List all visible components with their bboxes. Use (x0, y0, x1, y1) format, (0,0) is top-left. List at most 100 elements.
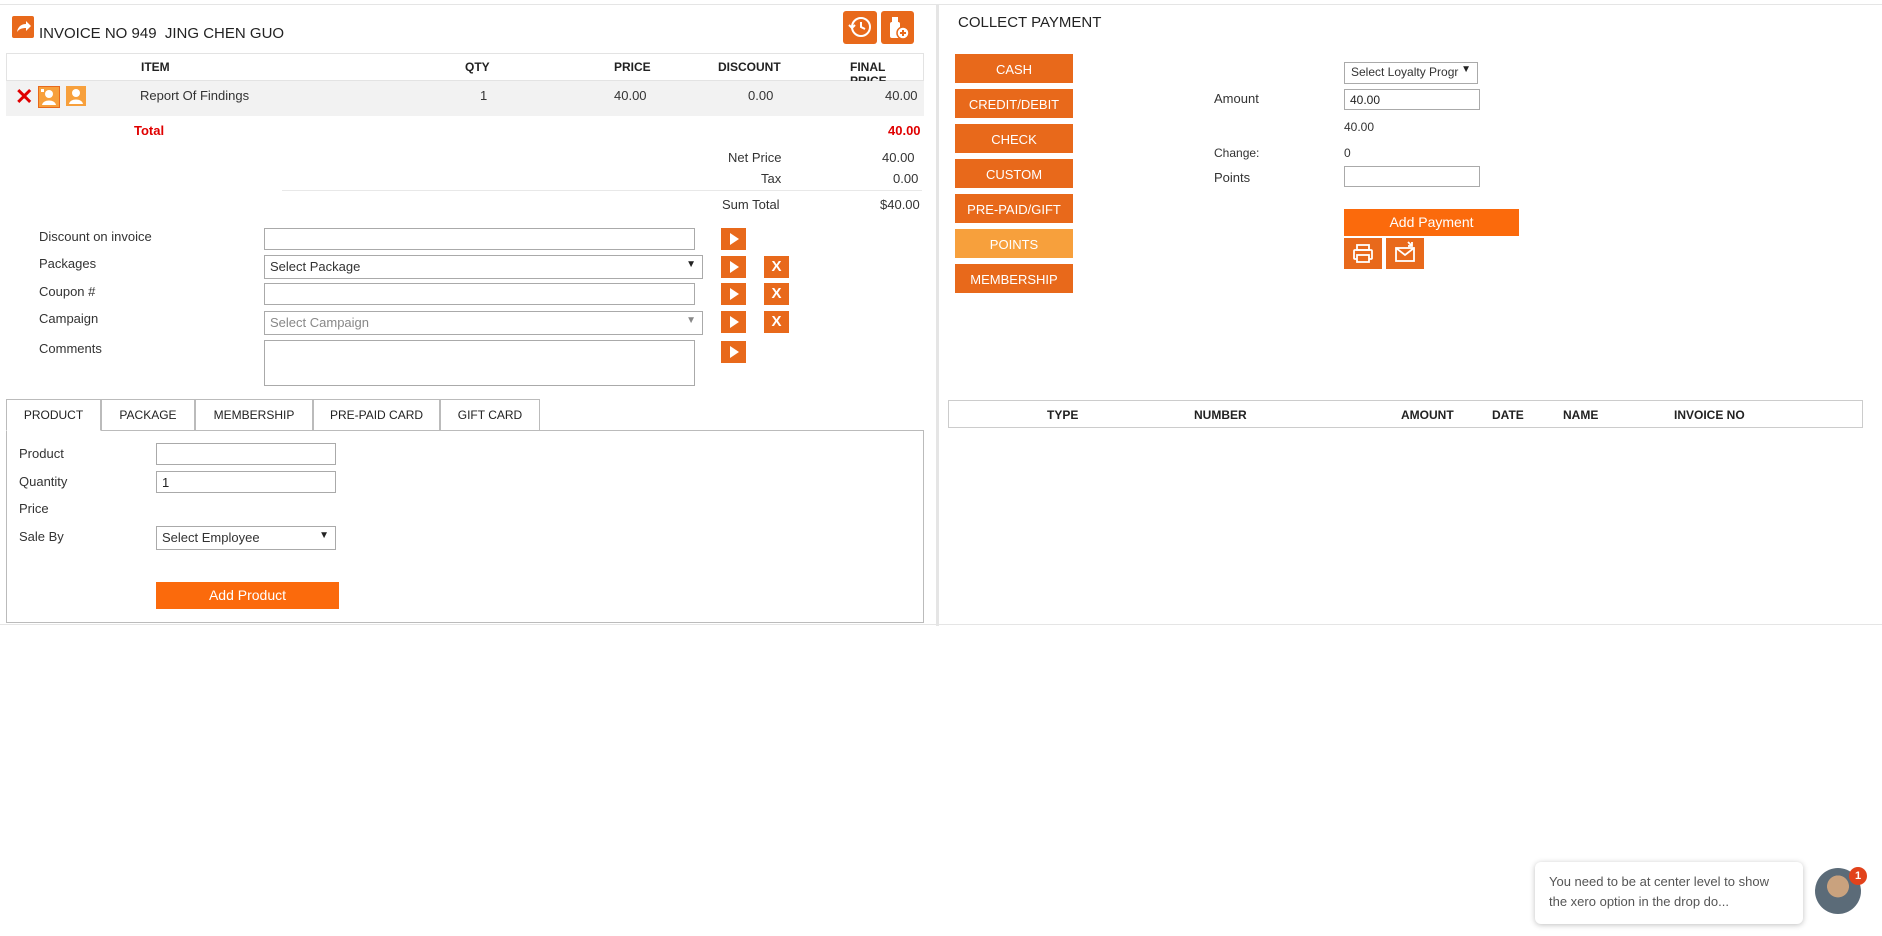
pay-membership-button[interactable]: MEMBERSHIP (954, 263, 1074, 294)
employee-select-value: Select Employee (162, 530, 260, 545)
email-send-icon (1395, 241, 1415, 262)
price-label: Price (19, 501, 49, 516)
col-item: ITEM (141, 60, 170, 74)
share-icon[interactable] (12, 16, 34, 38)
print-button[interactable] (1344, 238, 1382, 269)
sale-by-label: Sale By (19, 529, 64, 544)
col-number: NUMBER (1194, 408, 1247, 422)
points-input[interactable] (1344, 166, 1480, 187)
col-discount: DISCOUNT (718, 60, 781, 74)
remove-campaign-button[interactable]: X (764, 311, 789, 333)
add-payment-button[interactable]: Add Payment (1344, 209, 1519, 236)
item-qty: 1 (480, 88, 488, 103)
user-icon[interactable] (66, 86, 86, 106)
packages-label: Packages (39, 256, 97, 271)
apply-coupon-button[interactable] (721, 283, 746, 305)
amount-input[interactable] (1344, 89, 1480, 110)
package-select-value: Select Package (270, 259, 361, 274)
history-icon (848, 17, 871, 37)
apply-discount-button[interactable] (721, 228, 746, 250)
pay-check-button[interactable]: CHECK (954, 123, 1074, 154)
sum-total-value: $40.00 (880, 197, 920, 212)
invoice-table-header: ITEM QTY PRICE DISCOUNT FINAL PRICE (6, 53, 924, 88)
add-product-button[interactable]: Add Product (156, 582, 339, 609)
delete-icon[interactable]: ✕ (15, 84, 33, 110)
amount-label: Amount (1214, 91, 1259, 106)
bottle-add-icon (890, 17, 910, 40)
col-invoice-no: INVOICE NO (1674, 408, 1745, 422)
product-input[interactable] (156, 443, 336, 465)
col-date: DATE (1492, 408, 1524, 422)
net-price-value: 40.00 (882, 150, 915, 165)
quantity-label: Quantity (19, 474, 68, 489)
loyalty-select-value: Select Loyalty Progr (1351, 65, 1459, 79)
invoice-number: INVOICE NO 949 (39, 25, 157, 42)
table-row: ✕ Report Of Findings 1 40.00 0.00 40.00 (6, 81, 924, 116)
top-divider (0, 4, 1882, 5)
employee-select[interactable]: Select Employee ▼ (156, 526, 336, 550)
coupon-input[interactable] (264, 283, 695, 305)
remove-coupon-button[interactable]: X (764, 283, 789, 305)
chevron-down-icon: ▼ (1461, 64, 1471, 75)
discount-label: Discount on invoice (39, 229, 152, 244)
assign-user-icon[interactable] (38, 86, 60, 108)
campaign-select[interactable]: Select Campaign ▼ (264, 311, 703, 335)
sum-total-label: Sum Total (722, 197, 780, 212)
chevron-down-icon: ▼ (686, 259, 696, 270)
col-name: NAME (1563, 408, 1599, 422)
item-final-price: 40.00 (885, 88, 918, 103)
item-name: Report Of Findings (140, 88, 250, 103)
points-label: Points (1214, 170, 1251, 185)
pay-prepaid-gift-button[interactable]: PRE-PAID/GIFT (954, 193, 1074, 224)
pay-credit-debit-button[interactable]: CREDIT/DEBIT (954, 88, 1074, 119)
history-button[interactable] (843, 11, 877, 44)
customer-name: JING CHEN GUO (164, 25, 285, 42)
tab-product[interactable]: PRODUCT (6, 399, 101, 431)
col-price: PRICE (614, 60, 651, 74)
tab-membership[interactable]: MEMBERSHIP (195, 399, 313, 430)
tax-label: Tax (761, 171, 782, 186)
email-button[interactable] (1386, 238, 1424, 269)
pay-points-button[interactable]: POINTS (954, 228, 1074, 259)
total-value: 40.00 (888, 123, 921, 138)
loyalty-program-select[interactable]: Select Loyalty Progr ▼ (1344, 62, 1478, 84)
net-price-label: Net Price (728, 150, 782, 165)
panel-divider (936, 4, 939, 626)
bottom-divider (0, 624, 1882, 625)
item-discount: 0.00 (748, 88, 774, 103)
invoice-title: INVOICE NO 949 JING CHEN GUO (39, 25, 284, 42)
comments-textarea[interactable] (264, 340, 695, 386)
comments-label: Comments (39, 341, 102, 356)
remove-package-button[interactable]: X (764, 256, 789, 278)
tax-value: 0.00 (893, 171, 919, 186)
chat-message-bubble[interactable]: You need to be at center level to show t… (1535, 862, 1803, 924)
collect-payment-title: COLLECT PAYMENT (958, 14, 1102, 31)
col-amount: AMOUNT (1401, 408, 1454, 422)
chat-message-text: You need to be at center level to show t… (1549, 874, 1769, 909)
apply-package-button[interactable] (721, 256, 746, 278)
chevron-down-icon: ▼ (686, 315, 696, 326)
discount-input[interactable] (264, 228, 695, 250)
apply-campaign-button[interactable] (721, 311, 746, 333)
coupon-label: Coupon # (39, 284, 96, 299)
apply-comments-button[interactable] (721, 341, 746, 363)
pay-custom-button[interactable]: CUSTOM (954, 158, 1074, 189)
pay-cash-button[interactable]: CASH (954, 53, 1074, 84)
change-value: 0 (1344, 146, 1351, 160)
add-item-button[interactable] (881, 11, 914, 44)
campaign-select-placeholder: Select Campaign (270, 315, 369, 330)
tab-gift-card[interactable]: GIFT CARD (440, 399, 540, 430)
campaign-label: Campaign (39, 311, 99, 326)
col-qty: QTY (465, 60, 490, 74)
product-label: Product (19, 446, 64, 461)
chat-unread-badge: 1 (1849, 867, 1867, 885)
amount-display: 40.00 (1344, 120, 1375, 134)
tab-prepaid-card[interactable]: PRE-PAID CARD (313, 399, 440, 430)
quantity-input[interactable] (156, 471, 336, 493)
chevron-down-icon: ▼ (319, 530, 329, 541)
package-select[interactable]: Select Package ▼ (264, 255, 703, 279)
tab-package[interactable]: PACKAGE (101, 399, 195, 430)
print-icon (1353, 244, 1373, 263)
col-type: TYPE (1047, 408, 1079, 422)
sum-divider (282, 190, 922, 191)
